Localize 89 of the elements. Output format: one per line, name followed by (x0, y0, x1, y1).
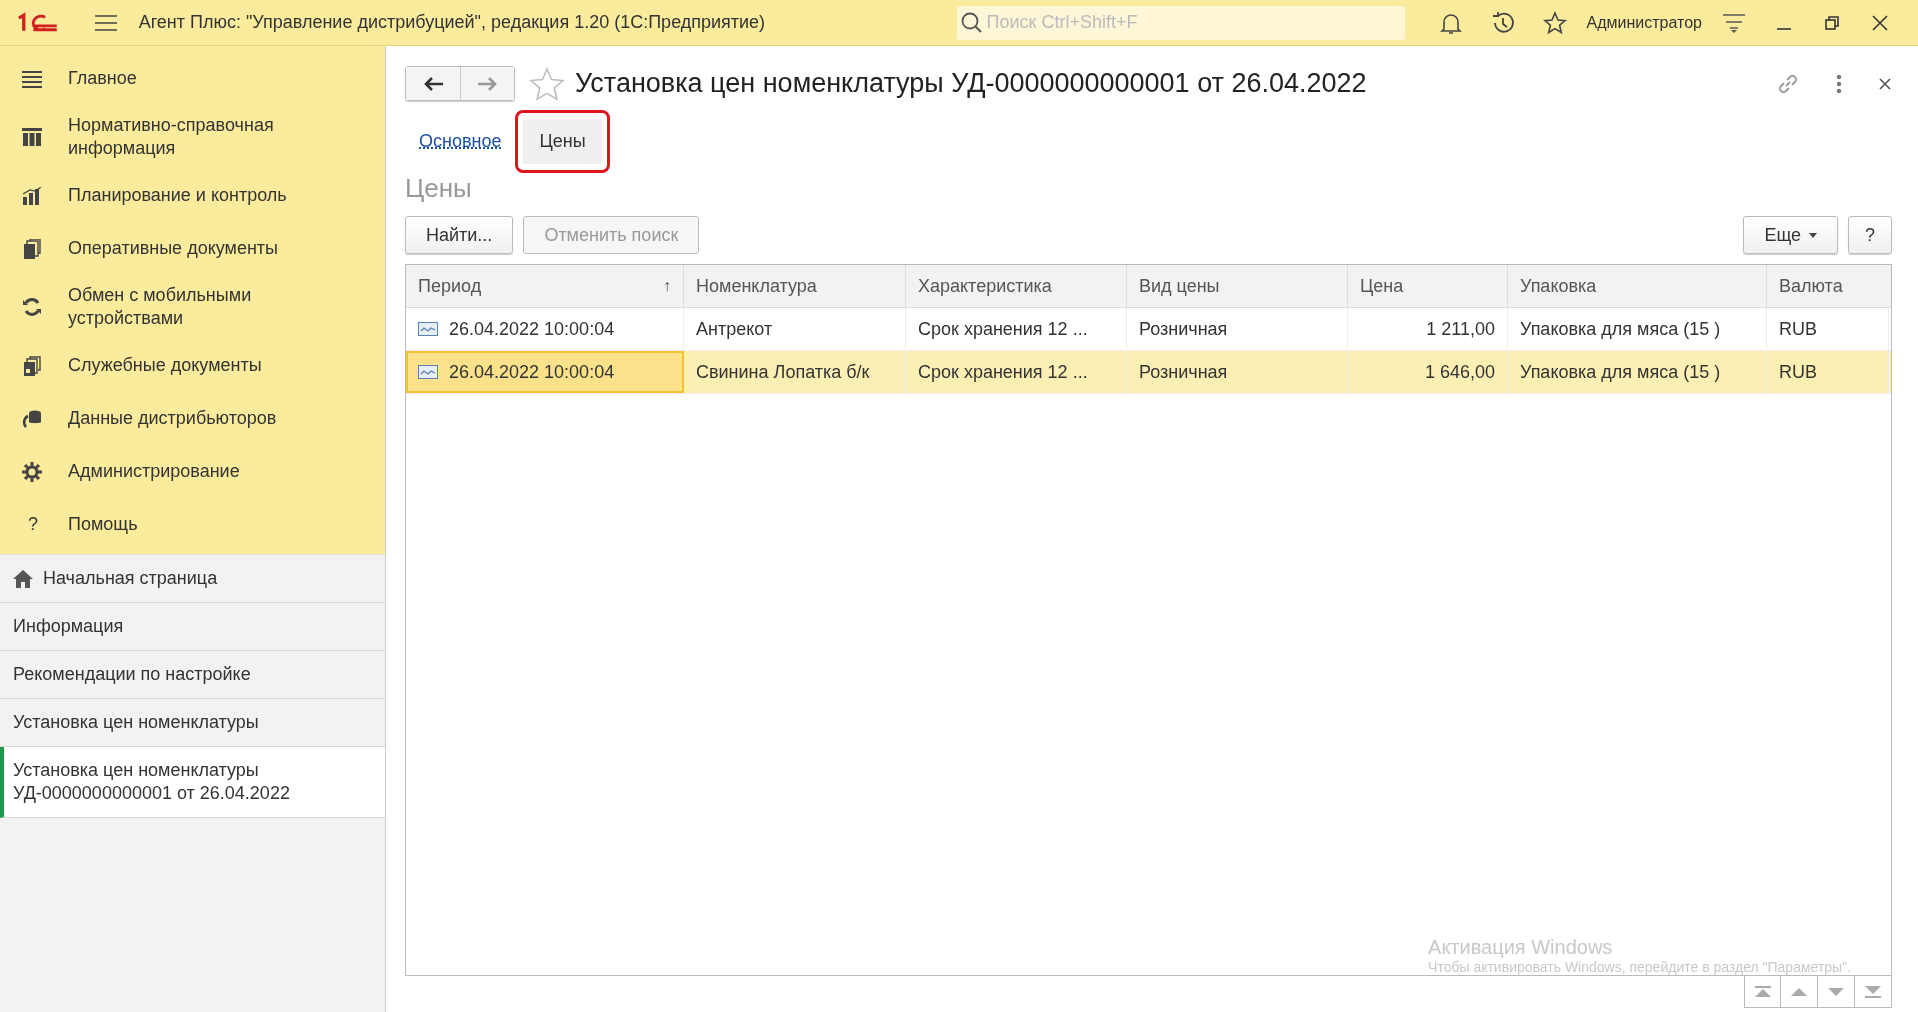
table-cell: Срок хранения 12 ... (918, 318, 1088, 340)
scroll-bottom-button[interactable] (1855, 976, 1892, 1008)
up-triangle-icon (1791, 987, 1807, 996)
column-header[interactable]: Период ↑ (406, 265, 684, 307)
close-icon[interactable] (1872, 14, 1888, 31)
history-icon[interactable] (1490, 10, 1515, 35)
form-tab[interactable]: Основное (405, 118, 516, 164)
user-name[interactable]: Администратор (1586, 13, 1702, 32)
down-triangle-icon (1828, 987, 1844, 996)
sidebar-section[interactable]: Служебные документы (0, 339, 385, 392)
scroll-up-button[interactable] (1781, 976, 1818, 1008)
column-header[interactable]: Упаковка (1508, 265, 1767, 307)
star-icon[interactable] (1542, 10, 1567, 35)
table-cell: Розничная (1139, 361, 1228, 383)
column-header[interactable]: Валюта (1767, 265, 1889, 307)
menu-icon[interactable] (94, 13, 117, 32)
section-label: Обмен с мобильными устройствами (68, 284, 253, 330)
grid-icon (22, 128, 42, 146)
record-icon (418, 365, 438, 379)
table-cell: Антрекот (696, 318, 773, 340)
form-tab[interactable]: Цены (523, 118, 602, 164)
menu-icon (22, 69, 42, 88)
more-button[interactable]: Еще (1743, 216, 1838, 254)
column-header[interactable]: Вид цены (1127, 265, 1348, 307)
table-cell: RUB (1779, 361, 1817, 383)
sidebar-section[interactable]: Оперативные документы (0, 222, 385, 275)
table-cell: Свинина Лопатка б/к (696, 361, 870, 383)
open-page-tab[interactable]: Начальная страница (0, 555, 385, 603)
table-row[interactable]: 26.04.2022 10:00:04 Свинина Лопатка б/к Срок хранения 12 ... Розничная 1 646,00 Упаковка для мяса (15 ) RUB (406, 351, 1891, 394)
column-header[interactable]: Цена (1348, 265, 1508, 307)
settings-icon (22, 461, 42, 482)
search-field[interactable]: Поиск Ctrl+Shift+F (956, 5, 1405, 40)
sidebar-section[interactable]: Главное (0, 52, 385, 105)
sync-icon (22, 297, 42, 317)
column-header[interactable]: Номенклатура (684, 265, 906, 307)
section-label: Главное (68, 67, 137, 90)
table-cell: 1 211,00 (1426, 318, 1495, 340)
left-arrow-icon (423, 76, 443, 91)
section-title: Цены (405, 173, 473, 204)
close-icon[interactable] (1878, 76, 1892, 91)
section-label: Администрирование (68, 460, 240, 483)
more-icon[interactable] (1836, 73, 1842, 94)
form-title: Установка цен номенклатуры УД-0000000000001 от 26.04.2022 (575, 68, 1367, 99)
logo-icon (16, 11, 59, 34)
first-icon (1754, 985, 1771, 998)
toolbar-button[interactable]: Найти... (405, 216, 514, 254)
documents-icon (22, 355, 42, 376)
section-label: Помощь (68, 513, 138, 536)
bar-chart-icon (22, 186, 42, 205)
table-cell: 1 646,00 (1424, 361, 1495, 383)
table-cell: Срок хранения 12 ... (918, 361, 1088, 383)
section-label: Оперативные документы (68, 237, 279, 260)
column-header[interactable]: Характеристика (906, 265, 1127, 307)
last-icon (1865, 985, 1881, 998)
record-icon (418, 322, 438, 336)
help-glyph: ? (28, 514, 38, 535)
table-cell: Упаковка для мяса (15 ) (1520, 361, 1721, 383)
scroll-top-button[interactable] (1744, 976, 1781, 1008)
table-cell: Розничная (1139, 318, 1228, 340)
open-page-tab[interactable]: Рекомендации по настройке (0, 651, 385, 699)
app-title: Агент Плюс: "Управление дистрибуцией", редакция 1.20 (1С:Предприятие) (138, 12, 767, 33)
table-cell: Упаковка для мяса (15 ) (1520, 318, 1721, 340)
open-page-tab[interactable]: Информация (0, 603, 385, 651)
database-sync-icon (22, 408, 42, 429)
sidebar-section[interactable]: Администрирование (0, 445, 385, 498)
search-icon (960, 11, 983, 34)
open-page-tab[interactable]: Установка цен номенклатуры УД-0000000000001 от 26.04.2022 (0, 747, 385, 818)
table-cell: RUB (1779, 318, 1817, 340)
section-label: Служебные документы (68, 354, 262, 377)
restore-icon[interactable] (1824, 14, 1840, 31)
section-label: Нормативно-справочная информация (68, 114, 275, 160)
table-cell: 26.04.2022 10:00:04 (449, 361, 615, 383)
section-label: Данные дистрибьюторов (68, 407, 277, 430)
table-cell: 26.04.2022 10:00:04 (449, 318, 615, 340)
sidebar-section[interactable]: Данные дистрибьюторов (0, 392, 385, 445)
home-icon (13, 569, 33, 588)
sidebar-section[interactable]: Обмен с мобильными устройствами (0, 275, 385, 339)
scroll-down-button[interactable] (1818, 976, 1855, 1008)
sidebar-section[interactable]: Нормативно-справочная информация (0, 105, 385, 169)
caret-icon (1809, 232, 1817, 238)
back-button[interactable] (406, 67, 460, 100)
section-label: Планирование и контроль (68, 184, 287, 207)
documents-icon (22, 238, 42, 259)
filter-menu-icon[interactable] (1722, 11, 1746, 34)
sidebar-section[interactable]: ? Помощь (0, 498, 385, 551)
right-arrow-icon (477, 76, 498, 91)
sidebar-section[interactable]: Планирование и контроль (0, 169, 385, 222)
help-button[interactable]: ? (1848, 216, 1892, 254)
star-icon[interactable] (529, 66, 565, 101)
